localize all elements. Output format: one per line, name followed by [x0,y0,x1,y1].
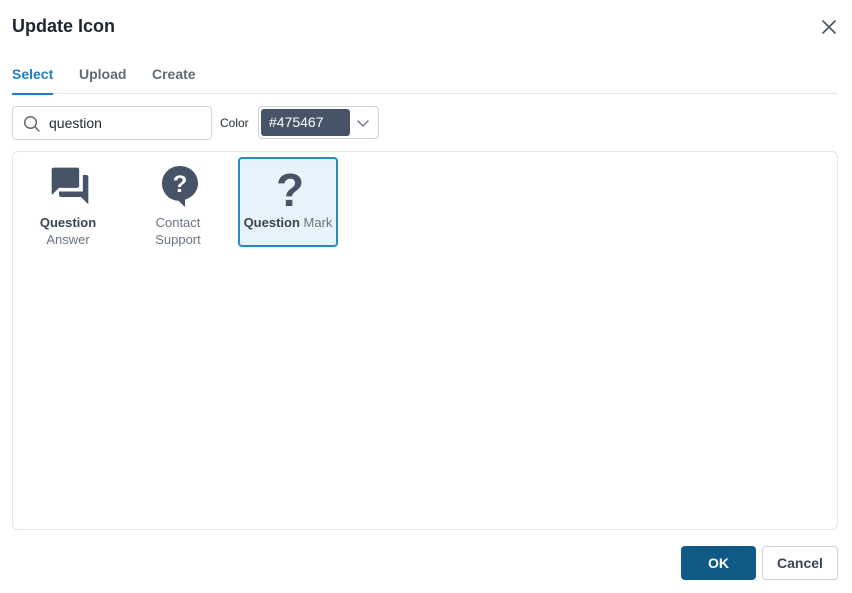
ok-button[interactable]: OK [681,546,756,580]
dialog-title: Update Icon [12,16,116,36]
icon-option-question-answer[interactable]: Question Answer [18,157,118,247]
icon-option-question-mark[interactable]: ? Question Mark [238,157,338,247]
search-icon [23,115,40,132]
tab-bar: Select Upload Create [12,66,838,95]
icon-label-bold: Question [39,215,97,230]
contact-support-icon: ? [162,166,198,207]
update-icon-dialog: Update Icon Select Upload Create Color #… [0,0,852,593]
icon-label: Contact Support [155,215,201,247]
cancel-button[interactable]: Cancel [762,546,838,580]
color-label: Color [220,116,249,130]
svg-text:?: ? [173,171,188,198]
color-value: #475467 [261,109,350,136]
close-button[interactable] [818,16,840,38]
icon-label-bold: Question [243,215,300,230]
close-icon [822,20,836,34]
question-answer-icon [51,167,89,205]
tab-create[interactable]: Create [152,66,196,94]
color-picker[interactable]: #475467 [258,106,379,139]
icon-option-contact-support[interactable]: ? Contact Support [128,157,228,247]
svg-text:?: ? [276,164,304,208]
icon-label: Answer [46,232,90,247]
tab-select[interactable]: Select [12,66,54,95]
search-input[interactable] [49,108,207,138]
icon-label: Mark [303,215,333,230]
tab-upload[interactable]: Upload [79,66,126,94]
chevron-down-icon [357,120,369,127]
icon-grid: Question Answer ? Contact Support ? Ques… [12,151,838,530]
question-mark-icon: ? [276,164,304,208]
search-box [12,106,212,140]
